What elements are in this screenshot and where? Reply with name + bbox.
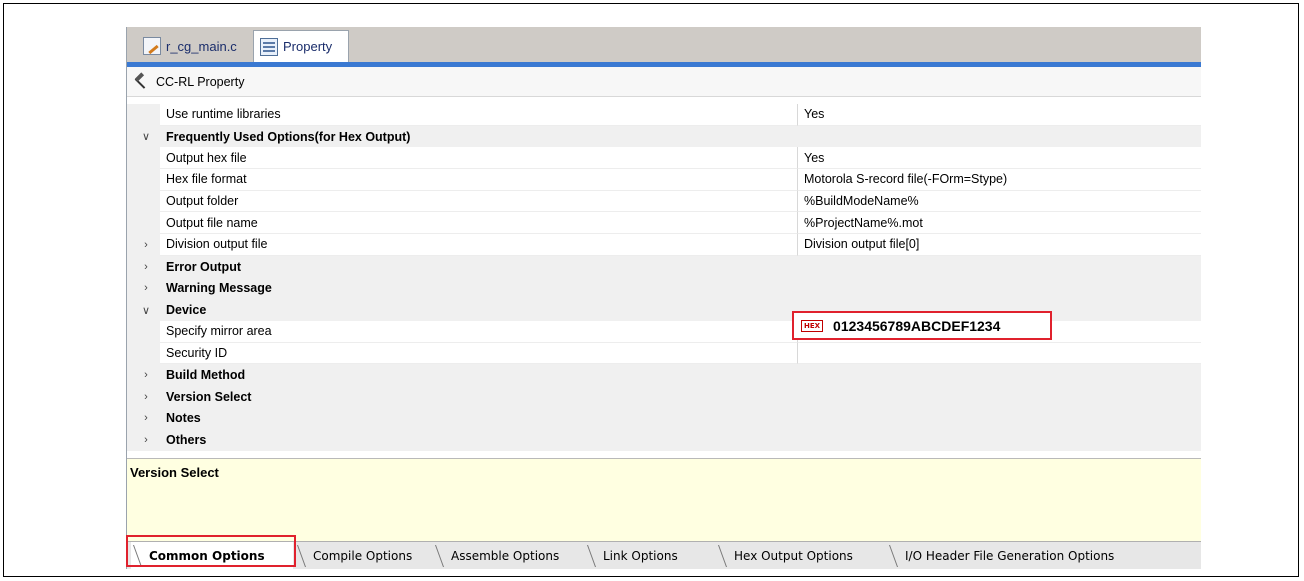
tab-separator xyxy=(717,545,728,567)
property-value[interactable]: %ProjectName%.mot xyxy=(798,212,1201,235)
bottom-tab-i-o-header-file-generation-options[interactable]: I/O Header File Generation Options xyxy=(887,542,1187,569)
category-label: Version Select xyxy=(166,389,252,404)
property-name: Use runtime libraries xyxy=(160,104,798,126)
tab-separator xyxy=(586,545,597,567)
property-name: Division output file xyxy=(160,234,798,256)
category-label: Frequently Used Options(for Hex Output) xyxy=(166,129,411,144)
property-name: Security ID xyxy=(160,342,798,365)
property-row[interactable]: Security ID xyxy=(127,342,1201,365)
c-file-icon xyxy=(143,37,161,55)
category-label: Notes xyxy=(166,411,201,426)
property-value[interactable]: Yes xyxy=(798,104,1201,126)
category-row[interactable]: › Error Output xyxy=(127,255,1201,278)
security-id-text: 0123456789ABCDEF1234 xyxy=(833,317,1001,334)
bottom-tab-link-options[interactable]: Link Options xyxy=(585,542,714,569)
chevron-right-icon[interactable]: › xyxy=(139,234,153,256)
chevron-right-icon[interactable]: › xyxy=(139,278,153,300)
property-name: Output hex file xyxy=(160,147,798,170)
chevron-right-icon[interactable]: › xyxy=(139,408,153,430)
tab-separator xyxy=(888,545,899,567)
bottom-tab-label: I/O Header File Generation Options xyxy=(905,548,1115,563)
row-gutter xyxy=(127,190,160,213)
bottom-tab-assemble-options[interactable]: Assemble Options xyxy=(433,542,583,569)
category-row[interactable]: › Notes xyxy=(127,407,1201,430)
description-title: Version Select xyxy=(130,465,219,480)
bottom-tab-label: Compile Options xyxy=(313,548,413,563)
category-row[interactable]: › Build Method xyxy=(127,364,1201,386)
category-label: Warning Message xyxy=(166,281,272,296)
row-gutter xyxy=(127,104,160,126)
tab-separator xyxy=(434,545,445,567)
tab-label: Property xyxy=(283,39,333,54)
property-value[interactable]: Motorola S-record file(-FOrm=Stype) xyxy=(798,169,1201,191)
property-value[interactable]: %BuildModeName% xyxy=(798,191,1201,213)
property-row[interactable]: Output file name %ProjectName%.mot xyxy=(127,212,1201,235)
description-pane: Version Select xyxy=(127,458,1201,542)
chevron-down-icon[interactable]: ∨ xyxy=(139,126,153,148)
row-gutter xyxy=(127,169,160,191)
bottom-tab-label: Link Options xyxy=(603,548,678,563)
hammer-icon xyxy=(132,74,148,90)
category-label: Others xyxy=(166,433,207,448)
property-value[interactable] xyxy=(798,343,1201,365)
chevron-right-icon[interactable]: › xyxy=(139,386,153,408)
category-label: Build Method xyxy=(166,368,246,383)
property-name: Hex file format xyxy=(160,169,798,191)
row-gutter xyxy=(127,147,160,170)
property-row[interactable]: Output folder %BuildModeName% xyxy=(127,190,1201,213)
panel-title: CC-RL Property xyxy=(156,74,245,89)
chevron-right-icon[interactable]: › xyxy=(139,364,153,386)
property-row[interactable]: Output hex file Yes xyxy=(127,147,1201,170)
property-name: Output folder xyxy=(160,190,798,213)
category-row[interactable]: › Warning Message xyxy=(127,277,1201,300)
property-icon xyxy=(260,37,278,56)
chevron-right-icon[interactable]: › xyxy=(139,429,153,451)
category-label: Error Output xyxy=(166,259,241,274)
property-window: r_cg_main.c Property CC-RL Property Use … xyxy=(126,27,1201,569)
tab-property[interactable]: Property xyxy=(253,30,349,62)
bottom-tab-compile-options[interactable]: Compile Options xyxy=(295,542,431,569)
chevron-down-icon[interactable]: ∨ xyxy=(139,299,153,321)
row-gutter xyxy=(127,212,160,235)
category-label: Device xyxy=(166,303,207,318)
security-id-value[interactable]: HEX 0123456789ABCDEF1234 xyxy=(792,311,1052,340)
property-name: Specify mirror area xyxy=(160,320,798,343)
tab-r-cg-main-c[interactable]: r_cg_main.c xyxy=(137,30,255,62)
category-row[interactable]: › Others xyxy=(127,429,1201,451)
property-row[interactable]: Use runtime libraries Yes xyxy=(127,104,1201,126)
category-row[interactable]: › Version Select xyxy=(127,385,1201,408)
tab-separator xyxy=(296,545,307,567)
bottom-tab-hex-output-options[interactable]: Hex Output Options xyxy=(716,542,885,569)
row-gutter xyxy=(127,320,160,343)
property-row[interactable]: Hex file format Motorola S-record file(-F… xyxy=(127,169,1201,191)
highlight-common-options xyxy=(126,535,296,567)
row-gutter xyxy=(127,342,160,365)
tab-label: r_cg_main.c xyxy=(166,38,237,54)
property-grid: Use runtime libraries Yes ∨ Frequently Used… xyxy=(127,104,1201,451)
bottom-tab-label: Hex Output Options xyxy=(734,548,853,563)
property-name: Output file name xyxy=(160,212,798,235)
property-row[interactable]: › Division output file Division output fil… xyxy=(127,234,1201,256)
category-row[interactable]: ∨ Frequently Used Options(for Hex Output) xyxy=(127,125,1201,148)
property-value[interactable]: Division output file[0] xyxy=(798,234,1201,256)
bottom-tab-label: Assemble Options xyxy=(451,548,560,563)
property-value[interactable]: Yes xyxy=(798,147,1201,170)
chevron-right-icon[interactable]: › xyxy=(139,256,153,278)
editor-tab-bar: r_cg_main.c Property xyxy=(127,27,1201,62)
panel-header: CC-RL Property xyxy=(127,67,1201,97)
hex-badge-icon: HEX xyxy=(801,319,824,332)
